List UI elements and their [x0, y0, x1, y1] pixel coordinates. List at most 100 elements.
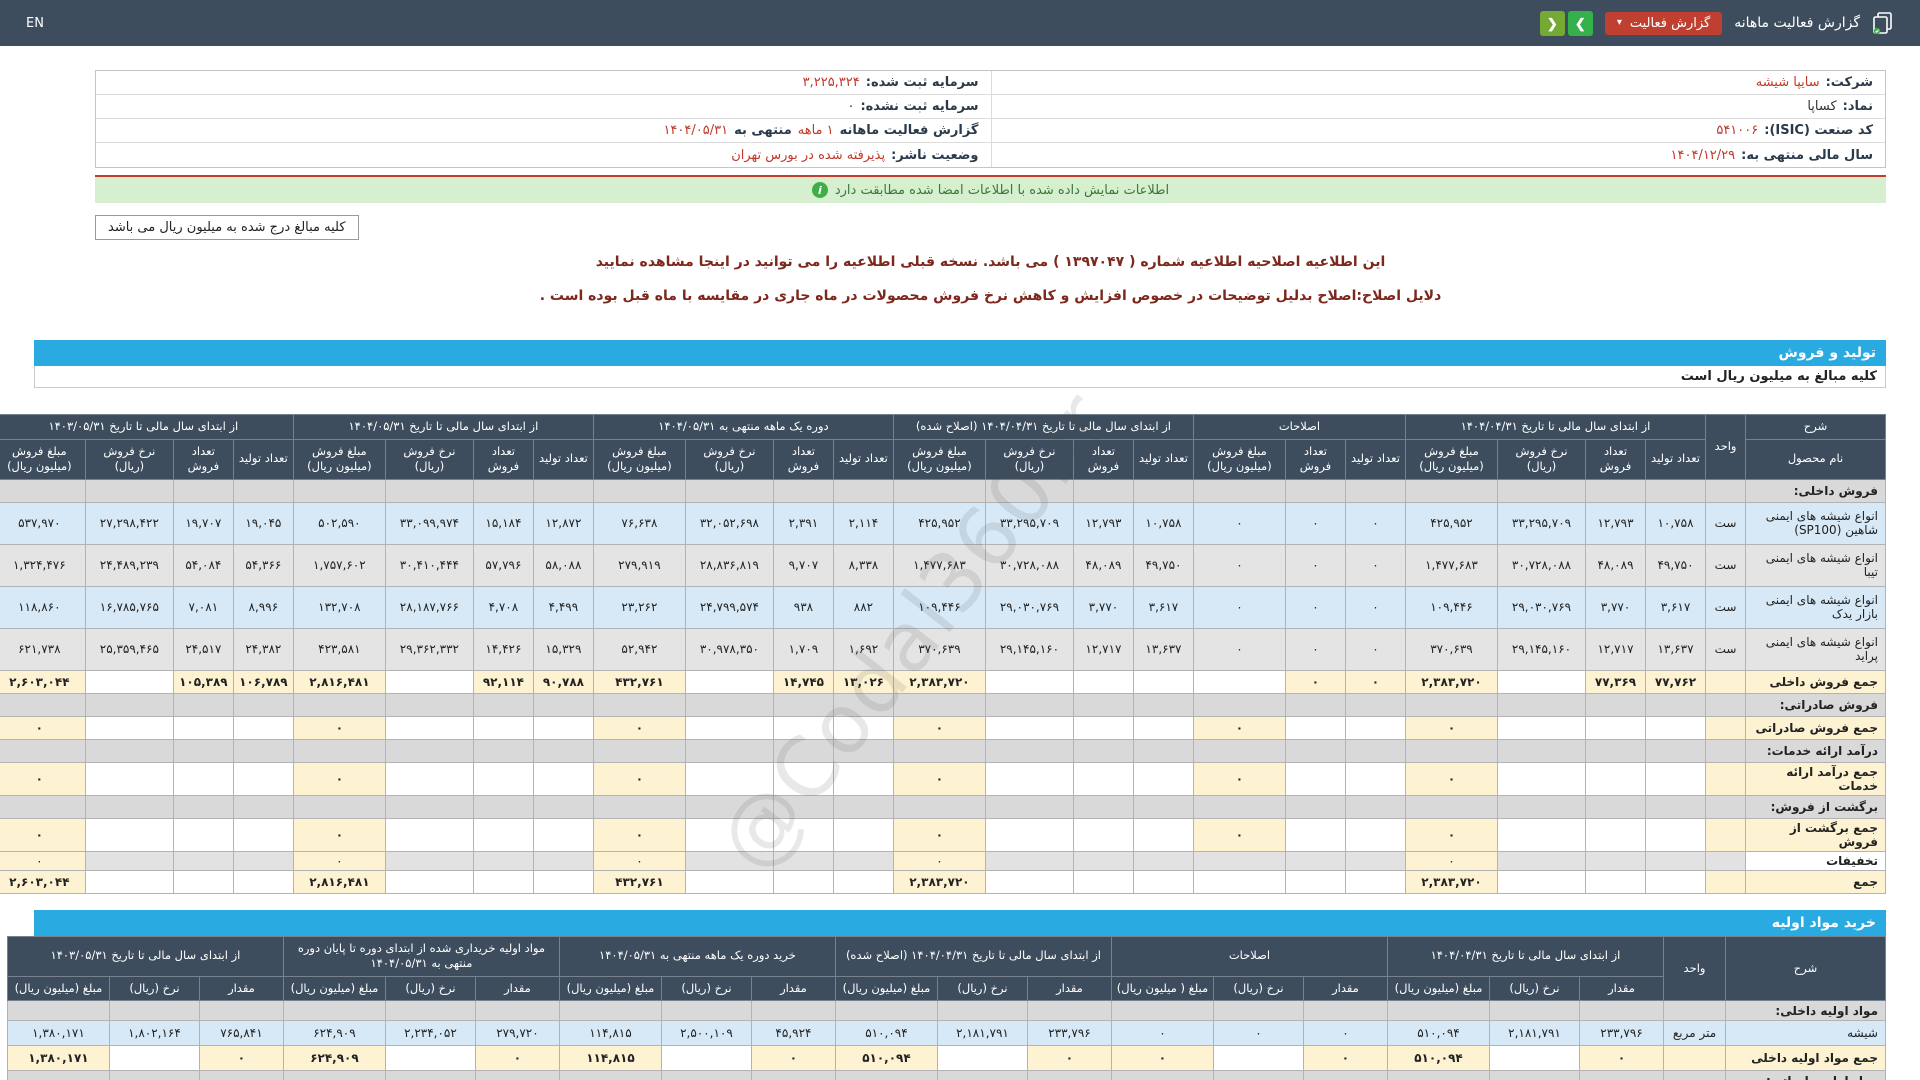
isic-value: ۵۴۱۰۰۶: [1716, 123, 1759, 138]
cell: [532, 761, 594, 796]
cell: [984, 850, 1074, 871]
table-row: مواد اولیه داخلی:: [6, 1000, 1886, 1022]
previous-notice-link[interactable]: اینجا: [699, 254, 730, 270]
cell: ۱۱۸,۸۶۰: [0, 585, 86, 629]
cell: ۰: [1110, 1045, 1214, 1072]
registered-capital-label: سرمایه ثبت شده:: [865, 75, 979, 90]
cell: ۴۹,۷۵۰: [1132, 543, 1194, 587]
previous-report-button[interactable]: ❮: [1539, 10, 1565, 36]
cell: ۵۳۷,۹۷۰: [0, 501, 86, 545]
cell: [984, 478, 1074, 503]
cell: ۱۶,۷۸۵,۷۶۵: [84, 585, 174, 629]
unregistered-capital-field: سرمایه ثبت نشده: ۰: [96, 95, 991, 119]
cell: [772, 478, 834, 503]
cell: ست: [1705, 627, 1746, 671]
cell: ۰: [1302, 1045, 1388, 1072]
section-title-production-sales: تولید و فروش: [34, 340, 1886, 366]
column-header: مقدار: [198, 975, 284, 1002]
cell: ۱۰۹,۴۴۶: [892, 585, 986, 629]
table-row: انواع شیشه های ایمنی شاهین (SP100) ست ۱۰,۷…: [0, 501, 1886, 545]
symbol-field: نماد: کساپا: [990, 95, 1885, 119]
cell: [936, 1045, 1028, 1072]
cell: [1585, 794, 1646, 819]
cell: تخفیفات: [1745, 850, 1886, 871]
cell: جمع برگشت از فروش: [1745, 817, 1886, 852]
column-header: مبلغ فروش (میلیون ریال): [892, 438, 986, 480]
cell: [1705, 761, 1746, 796]
cell: [684, 715, 774, 740]
cell: ۲۴,۷۹۹,۵۷۴: [684, 585, 774, 629]
cell: ۰: [1404, 761, 1499, 796]
cell: انواع شیشه های ایمنی بازار یدک: [1745, 585, 1886, 629]
cell: [1284, 794, 1346, 819]
table-row: مواد اولیه وارداتی:: [6, 1070, 1886, 1080]
column-header: مواد اولیه خریداری شده از ابتدای دوره تا…: [282, 935, 560, 977]
cell: [282, 1000, 386, 1022]
cell: [1705, 715, 1746, 740]
cell: [834, 1000, 938, 1022]
cell: ۰: [1192, 543, 1286, 587]
cell: [772, 817, 834, 852]
cell: [472, 869, 534, 894]
column-header: مبلغ (میلیون ریال): [1386, 975, 1491, 1002]
cell: [384, 850, 474, 871]
cell: ۱۲,۸۷۲: [532, 501, 594, 545]
cell: ۱۴,۴۲۶: [472, 627, 534, 671]
cell: [1072, 692, 1134, 717]
next-report-button[interactable]: ❯: [1567, 10, 1593, 36]
cell: [592, 478, 686, 503]
cell: [232, 478, 294, 503]
raw-materials-table: شرح واحد از ابتدای سال مالی تا تاریخ ۱۴۰۴/…: [6, 935, 1886, 1080]
cell: [472, 738, 534, 763]
cell: [172, 738, 234, 763]
cell: ۷۷,۳۶۹: [1585, 669, 1646, 694]
column-header: نرخ فروش (ریال): [84, 438, 174, 480]
cell: [1284, 817, 1346, 852]
cell: ۵۱۰,۰۹۴: [834, 1020, 938, 1047]
section-title-raw-materials: خرید مواد اولیه: [34, 909, 1886, 936]
column-header: نرخ (ریال): [660, 975, 752, 1002]
production-sales-table: شرح واحد از ابتدای سال مالی تا تاریخ ۱۴۰۴/…: [0, 414, 1886, 894]
column-header: تعداد فروش: [1072, 438, 1134, 480]
cell: ۳,۶۱۷: [1132, 585, 1194, 629]
cell: ۰: [1284, 585, 1346, 629]
cell: [892, 692, 986, 717]
cell: ۲۸,۸۳۶,۸۱۹: [684, 543, 774, 587]
cell: انواع شیشه های ایمنی تیبا: [1745, 543, 1886, 587]
cell: [232, 850, 294, 871]
cell: [592, 794, 686, 819]
cell: [1344, 869, 1406, 894]
cell: [384, 1000, 476, 1022]
cell: [1645, 715, 1706, 740]
cell: [984, 669, 1074, 694]
cell: [532, 794, 594, 819]
language-toggle-en[interactable]: EN: [26, 16, 44, 31]
cell: جمع فروش صادراتی: [1745, 715, 1886, 740]
report-period-field: گزارش فعالیت ماهانه ۱ ماهه منتهی به ۱۴۰۴…: [96, 119, 991, 143]
table-row: جمع فروش صادراتی ۰ ۰ ۰ ۰ ۰ ۰: [0, 715, 1886, 740]
cell: ۰: [1404, 715, 1499, 740]
column-header: نرخ فروش (ریال): [384, 438, 474, 480]
column-header: از ابتدای سال مالی تا تاریخ ۱۴۰۴/۰۵/۳۱: [292, 414, 594, 440]
company-value[interactable]: سایپا شیشه: [1756, 75, 1820, 90]
cell: ۰: [0, 850, 86, 871]
cell: [684, 761, 774, 796]
column-header: تعداد تولید: [532, 438, 594, 480]
column-header: تعداد فروش: [1284, 438, 1346, 480]
cell: ۳۷۰,۶۳۹: [892, 627, 986, 671]
cell: [532, 715, 594, 740]
cell: [660, 1000, 752, 1022]
table-row: جمع درآمد ارائه خدمات ۰ ۰ ۰ ۰ ۰ ۰: [0, 761, 1886, 796]
cell: [1489, 1045, 1580, 1072]
cell: [1284, 850, 1346, 871]
report-type-button[interactable]: گزارش فعالیت ▾: [1604, 11, 1723, 35]
cell: ۱,۳۸۰,۱۷۱: [6, 1045, 110, 1072]
cell: [1404, 738, 1499, 763]
cell: [984, 692, 1074, 717]
cell: ۱۱۴,۸۱۵: [558, 1020, 662, 1047]
fiscal-year-field: سال مالی منتهی به: ۱۴۰۴/۱۲/۲۹: [990, 143, 1886, 167]
amendment-text-after: مشاهده نمایید: [595, 254, 699, 270]
cell: ۵۰۲,۵۹۰: [292, 501, 386, 545]
cell: [1579, 1000, 1664, 1022]
cell: ۱,۳۲۴,۴۷۶: [0, 543, 86, 587]
